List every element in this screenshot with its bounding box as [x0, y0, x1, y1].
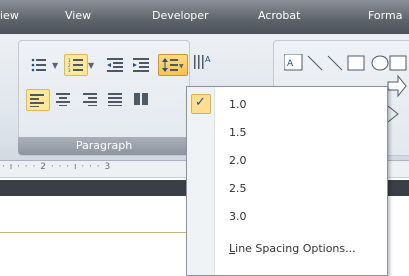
paragraph-group-label: Paragraph	[18, 137, 190, 155]
ruler-marks: · ı · · · 2 · · · ı · · · 3	[2, 162, 112, 172]
check-icon: ✓	[195, 95, 206, 110]
align-left-button[interactable]	[26, 89, 50, 111]
columns-icon	[134, 93, 148, 105]
menu-item-spacing-1-5[interactable]: 1.5	[187, 119, 387, 145]
ribbon-tab-bar: iew View Developer Acrobat Forma	[0, 0, 409, 34]
align-center-button[interactable]	[52, 89, 74, 109]
line-spacing-button[interactable]: ▼	[158, 54, 188, 76]
line-spacing-options-item[interactable]: Line Spacing Options...	[187, 235, 387, 261]
decrease-indent-icon	[107, 58, 123, 72]
menu-item-label: 1.0	[229, 98, 247, 111]
align-left-icon	[30, 94, 44, 107]
options-rest: ine Spacing Options...	[235, 242, 356, 255]
checked-indicator: ✓	[191, 94, 211, 114]
svg-text:A: A	[287, 59, 294, 69]
sort-button[interactable]: A	[190, 50, 212, 74]
svg-text:▼: ▼	[179, 63, 184, 70]
menu-item-spacing-2-0[interactable]: 2.0	[187, 147, 387, 173]
align-right-button[interactable]	[78, 89, 100, 109]
line-spacing-options-label: Line Spacing Options...	[229, 242, 356, 255]
columns-button[interactable]	[130, 89, 152, 109]
line-spacing-icon: ▼	[162, 58, 184, 72]
tab-developer[interactable]: Developer	[152, 9, 209, 22]
line-spacing-menu: ✓ 1.0 1.5 2.0 2.5 3.0 Line Spacing Optio…	[186, 86, 388, 276]
tab-acrobat[interactable]: Acrobat	[258, 9, 300, 22]
decrease-indent-button[interactable]	[104, 55, 126, 75]
page-margin-line	[0, 232, 200, 233]
tab-format[interactable]: Forma	[368, 9, 409, 22]
menu-item-label: 2.5	[229, 182, 247, 195]
sort-icon: A	[194, 55, 211, 69]
menu-item-spacing-1-0[interactable]: ✓ 1.0	[187, 91, 387, 117]
menu-item-spacing-2-5[interactable]: 2.5	[187, 175, 387, 201]
numbering-icon: 1 2 3	[68, 58, 83, 72]
bullets-icon	[31, 58, 46, 72]
justify-button[interactable]	[104, 89, 126, 109]
bullets-button[interactable]	[28, 55, 50, 75]
align-right-icon	[83, 93, 97, 106]
align-center-icon	[56, 93, 70, 106]
svg-text:3: 3	[68, 68, 71, 72]
tab-view[interactable]: View	[65, 9, 91, 22]
menu-item-label: 1.5	[229, 126, 247, 139]
justify-icon	[108, 93, 122, 106]
menu-item-label: 2.0	[229, 154, 247, 167]
menu-item-label: 3.0	[229, 210, 247, 223]
tab-review[interactable]: iew	[0, 9, 19, 22]
increase-indent-button[interactable]	[130, 55, 152, 75]
svg-text:A: A	[205, 55, 211, 64]
numbering-button[interactable]: 1 2 3	[64, 54, 88, 76]
increase-indent-icon	[133, 58, 149, 72]
chevron-down-icon[interactable]: ▼	[88, 61, 94, 70]
menu-item-spacing-3-0[interactable]: 3.0	[187, 203, 387, 229]
chevron-down-icon[interactable]: ▼	[52, 61, 58, 70]
